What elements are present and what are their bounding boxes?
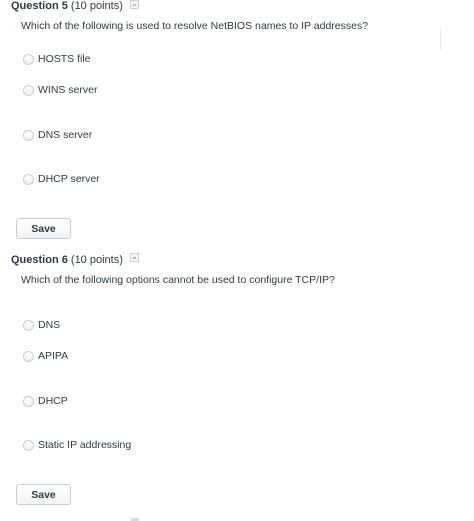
flag-question-icon[interactable] — [130, 0, 139, 9]
answer-label: APIPA — [38, 350, 69, 362]
question-5-text: Which of the following is used to resolv… — [21, 20, 369, 32]
question-6-answer-1[interactable]: DNS — [23, 318, 60, 332]
answer-label: WINS server — [38, 84, 98, 96]
question-6-save-button[interactable]: Save — [16, 484, 71, 505]
radio-unselected-icon[interactable] — [23, 173, 34, 185]
radio-unselected-icon[interactable] — [23, 395, 34, 407]
radio-unselected-icon[interactable] — [23, 350, 34, 362]
question-5-number: Question 5 — [11, 0, 68, 12]
question-6-answer-2[interactable]: APIPA — [23, 349, 68, 363]
answer-label: DNS — [38, 319, 61, 331]
radio-unselected-icon[interactable] — [23, 84, 34, 96]
question-5-points: (10 points) — [70, 0, 123, 12]
answer-label: DHCP server — [38, 173, 100, 185]
question-6-text: Which of the following options cannot be… — [21, 274, 335, 286]
radio-unselected-icon[interactable] — [23, 319, 34, 331]
question-6-points: (10 points) — [70, 254, 123, 266]
question-5-answer-1[interactable]: HOSTS file — [23, 52, 91, 66]
flag-question-icon[interactable] — [130, 253, 139, 262]
answer-label: Static IP addressing — [38, 439, 132, 451]
question-5-answer-4[interactable]: DHCP server — [23, 172, 100, 186]
question-5-answer-3[interactable]: DNS server — [23, 128, 92, 142]
answer-label: DHCP — [38, 395, 68, 407]
question-6-answer-4[interactable]: Static IP addressing — [23, 438, 131, 452]
answer-label: DNS server — [38, 129, 93, 141]
radio-unselected-icon[interactable] — [23, 129, 34, 141]
question-6-answer-3[interactable]: DHCP — [23, 394, 68, 408]
radio-unselected-icon[interactable] — [23, 53, 34, 65]
radio-unselected-icon[interactable] — [23, 439, 34, 451]
question-6-header: Question 6 (10 points) — [11, 254, 123, 266]
scroll-edge-divider — [440, 28, 441, 50]
question-5-save-button[interactable]: Save — [16, 218, 71, 239]
question-5-header: Question 5 (10 points) — [11, 0, 123, 12]
question-5-answer-2[interactable]: WINS server — [23, 83, 98, 97]
question-6-number: Question 6 — [11, 254, 68, 266]
answer-label: HOSTS file — [38, 53, 91, 65]
